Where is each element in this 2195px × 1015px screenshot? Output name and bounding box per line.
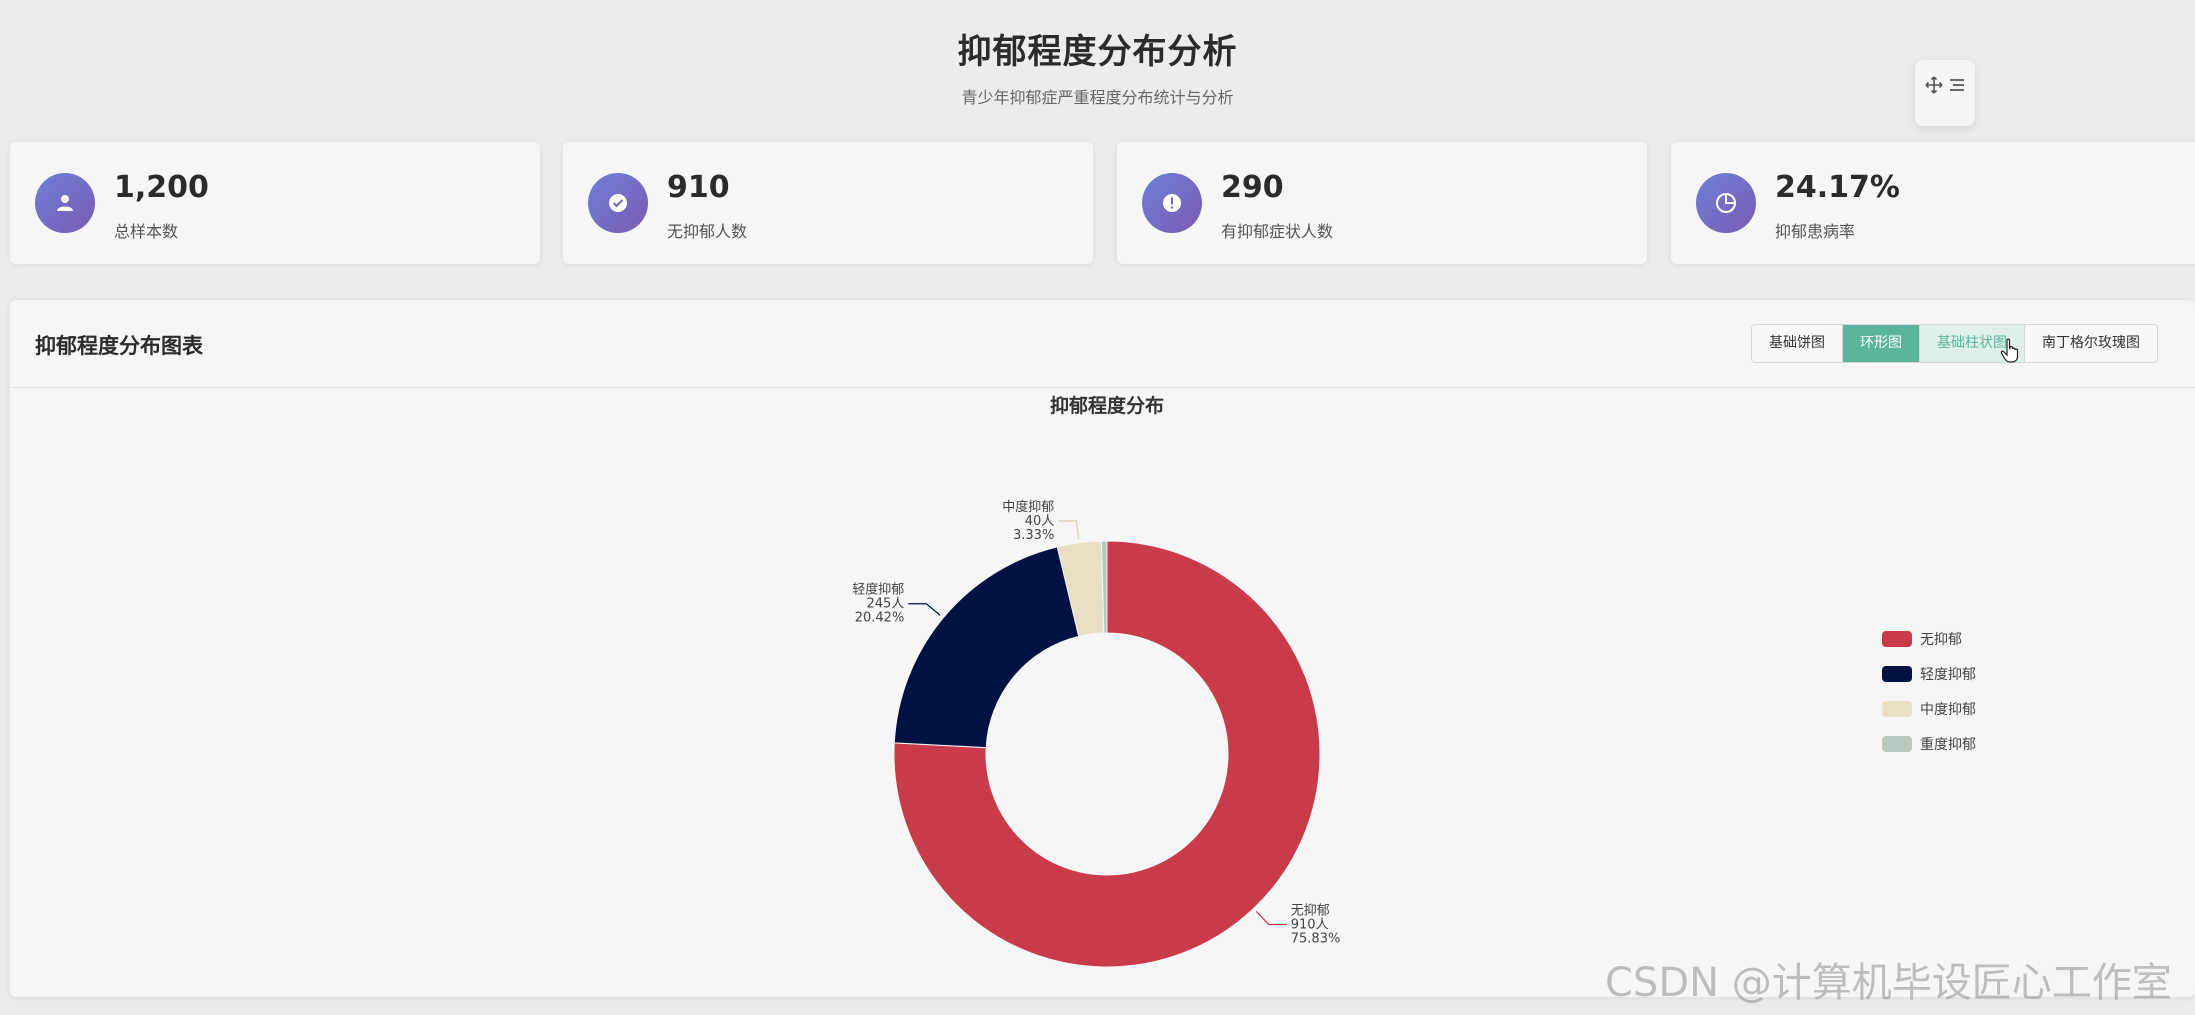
stat-value: 290 — [1221, 170, 1284, 205]
stat-label: 总样本数 — [114, 222, 179, 241]
hand-cursor-icon — [2000, 338, 2022, 364]
stat-card-total: 1,200 总样本数 — [10, 142, 540, 264]
slice-label: 40人 — [1025, 514, 1055, 529]
slice-label: 轻度抑郁 — [852, 582, 904, 598]
legend-swatch — [1882, 631, 1912, 647]
alert-icon — [1142, 173, 1202, 233]
menu-icon[interactable] — [1948, 76, 1966, 99]
chart-panel: 抑郁程度分布图表 基础饼图 环形图 基础柱状图 南丁格尔玫瑰图 抑郁程度分布无抑… — [10, 300, 2195, 997]
chart-title: 抑郁程度分布 — [1050, 394, 1164, 417]
user-icon — [35, 173, 95, 233]
stat-card-prevalence: 24.17% 抑郁患病率 — [1671, 142, 2195, 264]
slice-label: 75.83% — [1291, 931, 1341, 946]
legend-label: 无抑郁 — [1920, 632, 1962, 648]
page-title: 抑郁程度分布分析 — [957, 32, 1238, 72]
watermark: CSDN @计算机毕设匠心工作室 — [1605, 960, 2172, 1006]
pie-chart-icon — [1696, 173, 1756, 233]
stat-label: 有抑郁症状人数 — [1221, 222, 1334, 241]
stat-card-no-depression: 910 无抑郁人数 — [563, 142, 1093, 264]
stat-label: 抑郁患病率 — [1775, 222, 1856, 241]
legend-swatch — [1882, 736, 1912, 752]
slice-label: 20.42% — [855, 611, 905, 626]
stats-row: 1,200 总样本数 910 无抑郁人数 290 有抑郁症状人数 24.17% … — [10, 142, 2195, 264]
floating-toolbar — [1915, 60, 1975, 126]
slice-label: 3.33% — [1013, 528, 1054, 543]
slice-label: 910人 — [1291, 917, 1329, 932]
basic-pie-button[interactable]: 基础饼图 — [1752, 325, 1843, 362]
donut-chart: 抑郁程度分布无抑郁910人75.83%轻度抑郁245人20.42%中度抑郁40人… — [852, 394, 1976, 968]
legend-swatch — [1882, 701, 1912, 717]
slice-label: 245人 — [866, 597, 904, 612]
label-leader-line — [908, 603, 941, 616]
chart-type-switcher: 基础饼图 环形图 基础柱状图 南丁格尔玫瑰图 — [1751, 324, 2158, 363]
donut-slice — [893, 546, 1080, 749]
slice-label: 无抑郁 — [1291, 903, 1330, 918]
legend-label: 轻度抑郁 — [1920, 667, 1976, 683]
slice-label: 中度抑郁 — [1002, 499, 1054, 515]
page-header: 抑郁程度分布分析 青少年抑郁症严重程度分布统计与分析 — [0, 0, 2195, 130]
panel-header: 抑郁程度分布图表 基础饼图 环形图 基础柱状图 南丁格尔玫瑰图 — [10, 300, 2195, 388]
nightingale-rose-button[interactable]: 南丁格尔玫瑰图 — [2025, 325, 2157, 362]
stat-value: 1,200 — [114, 170, 209, 205]
stat-label: 无抑郁人数 — [667, 222, 748, 241]
legend-label: 重度抑郁 — [1920, 737, 1976, 753]
move-icon[interactable] — [1925, 76, 1943, 99]
stat-card-symptoms: 290 有抑郁症状人数 — [1117, 142, 1647, 264]
panel-title: 抑郁程度分布图表 — [35, 334, 203, 358]
label-leader-line — [1058, 520, 1080, 539]
legend-label: 中度抑郁 — [1920, 702, 1976, 718]
check-circle-icon — [588, 173, 648, 233]
chart-area: 抑郁程度分布 无抑郁 910人 75.83% 轻度抑郁 245人 20.42% 中度抑郁 40人… — [10, 389, 2195, 997]
donut-button[interactable]: 环形图 — [1843, 325, 1920, 362]
label-leader-line — [1255, 910, 1287, 926]
legend-swatch — [1882, 666, 1912, 682]
page-subtitle: 青少年抑郁症严重程度分布统计与分析 — [961, 88, 1234, 107]
stat-value: 910 — [667, 170, 730, 205]
stat-value: 24.17% — [1775, 170, 1900, 205]
